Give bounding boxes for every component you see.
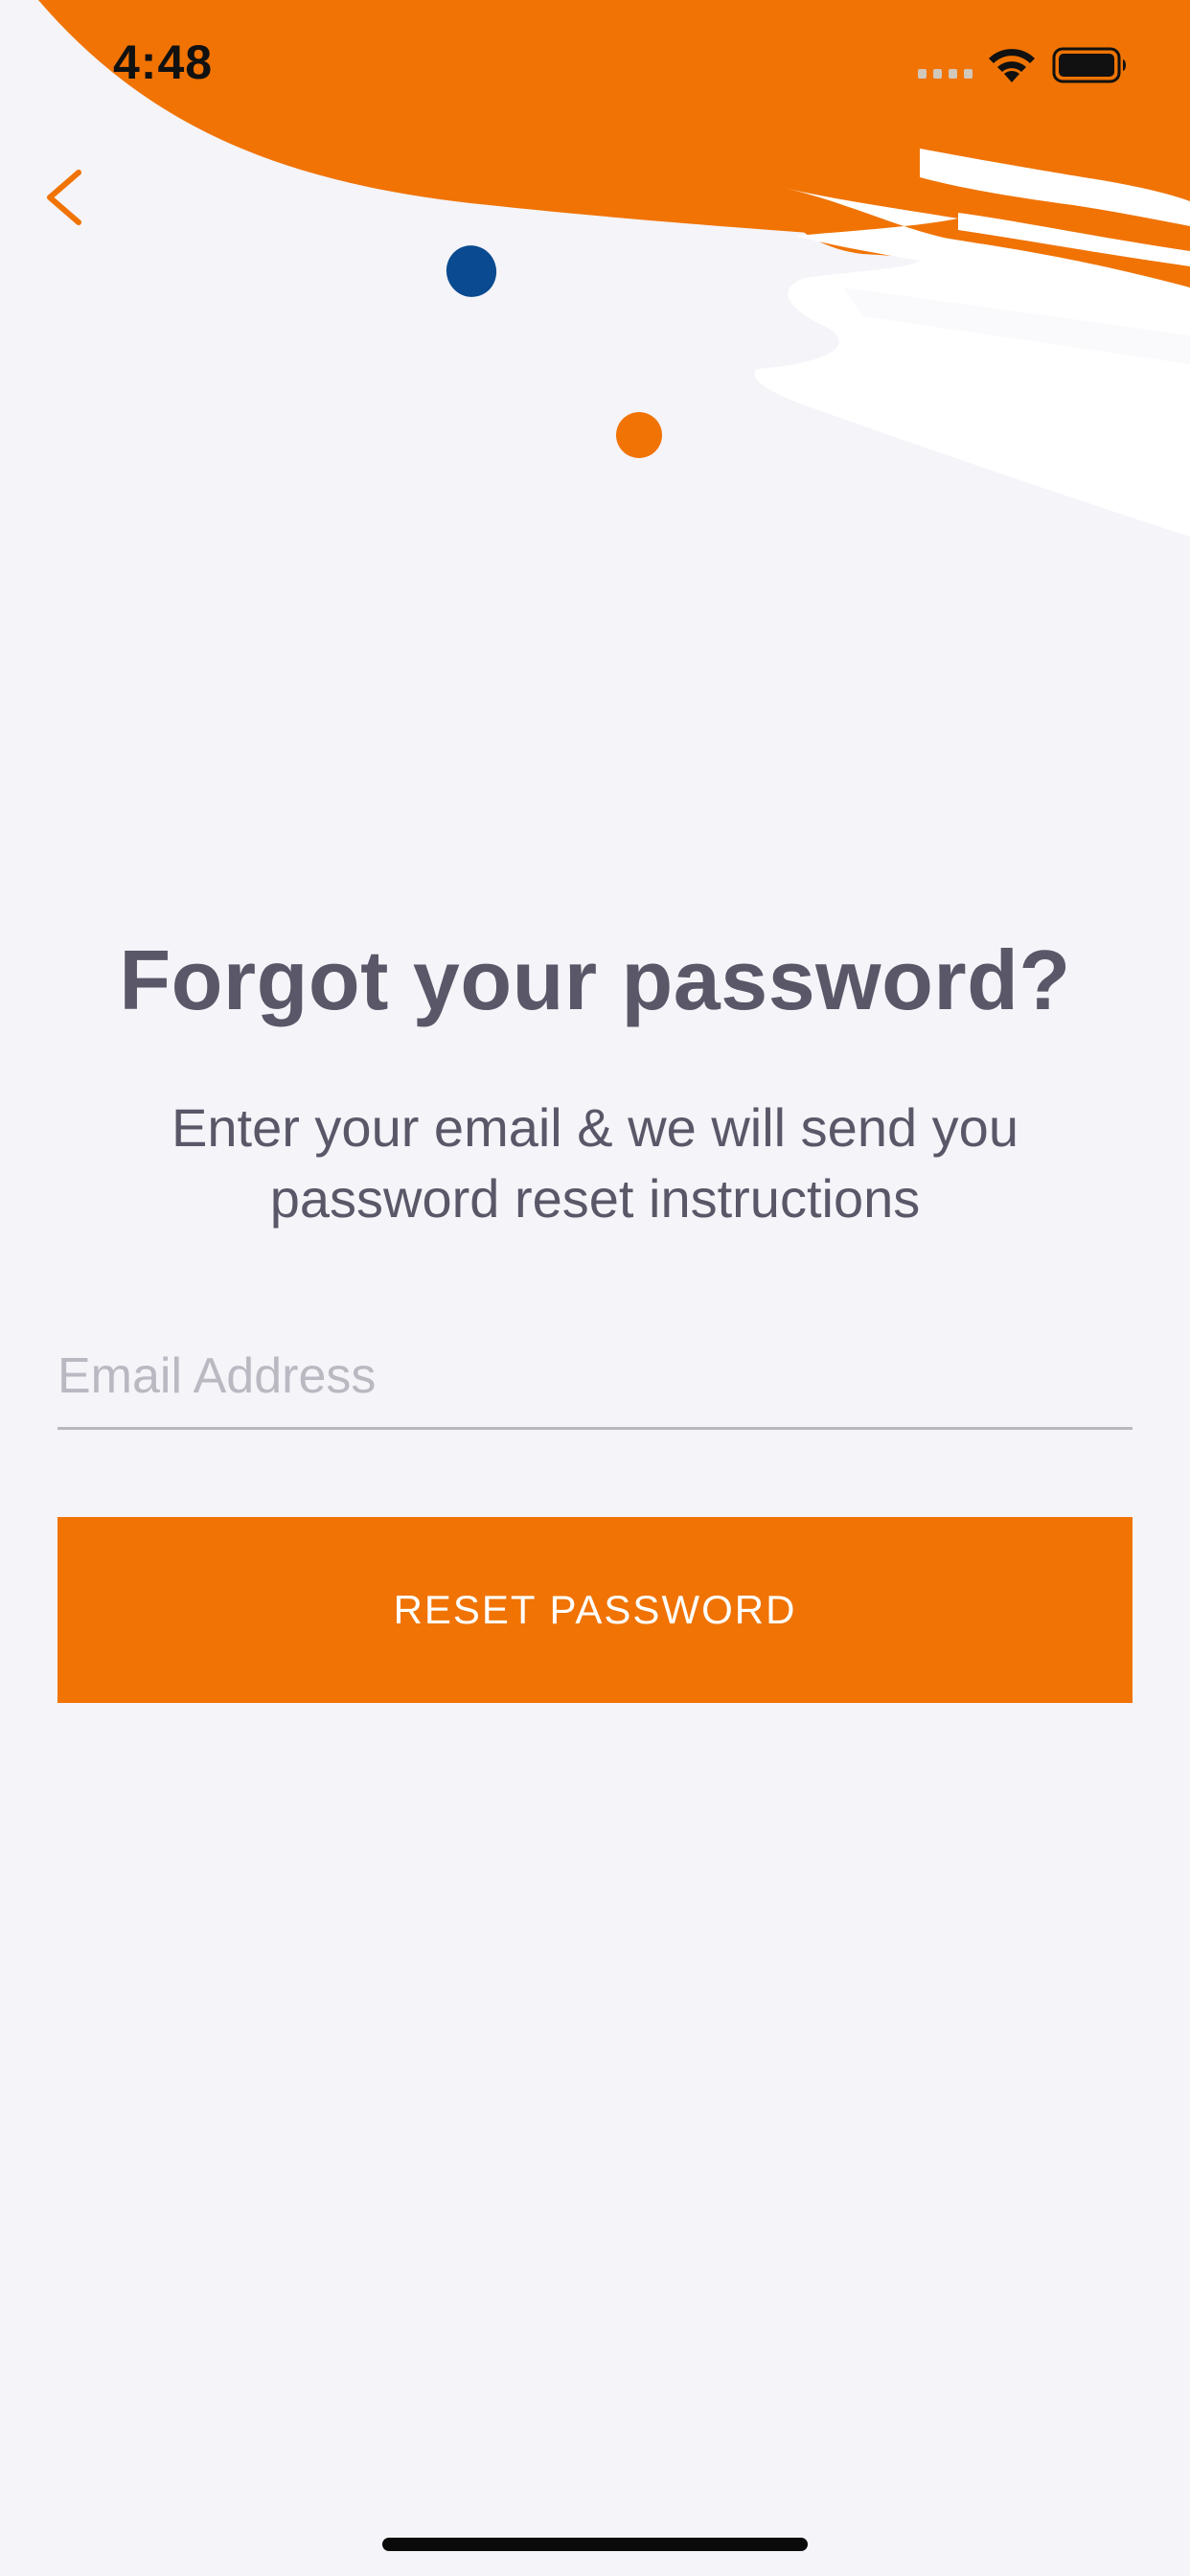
email-field[interactable] xyxy=(57,1324,1133,1430)
forgot-password-screen: 4:48 Forgot your password? Enter your em… xyxy=(0,0,1190,2576)
status-time: 4:48 xyxy=(113,35,214,89)
back-button[interactable] xyxy=(29,153,105,240)
battery-icon xyxy=(1052,47,1126,83)
status-bar: 4:48 xyxy=(0,0,1190,126)
home-indicator xyxy=(382,2538,808,2551)
page-subtitle: Enter your email & we will send you pass… xyxy=(172,1097,1018,1229)
cellular-signal-icon xyxy=(918,69,973,79)
chevron-left-icon xyxy=(47,170,81,225)
page-title: Forgot your password? xyxy=(119,932,1071,1027)
wifi-icon xyxy=(989,49,1035,82)
reset-password-button[interactable]: RESET PASSWORD xyxy=(57,1517,1133,1703)
decorative-orange-dot xyxy=(616,412,662,458)
